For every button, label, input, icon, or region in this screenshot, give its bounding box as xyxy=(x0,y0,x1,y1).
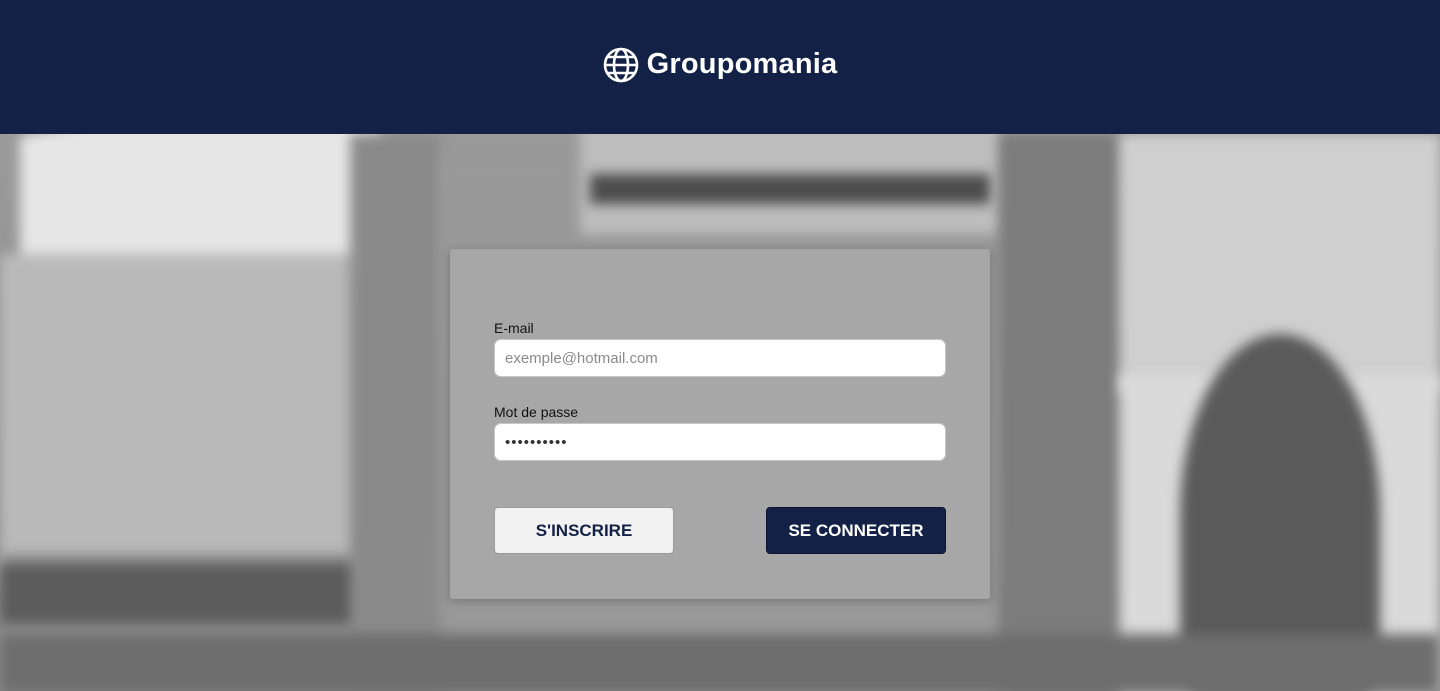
password-label: Mot de passe xyxy=(494,404,579,420)
brand-name: Groupomania xyxy=(646,48,838,80)
signup-button[interactable]: S'INSCRIRE xyxy=(494,507,674,554)
login-button[interactable]: SE CONNECTER xyxy=(766,507,946,554)
globe-icon xyxy=(603,47,639,83)
password-input[interactable] xyxy=(494,423,946,461)
email-label: E-mail xyxy=(494,320,534,336)
brand[interactable]: Groupomania xyxy=(603,47,838,83)
login-card: E-mail Mot de passe S'INSCRIRE SE CONNEC… xyxy=(450,249,990,599)
email-input[interactable] xyxy=(494,339,946,377)
site-header: Groupomania xyxy=(0,0,1440,134)
